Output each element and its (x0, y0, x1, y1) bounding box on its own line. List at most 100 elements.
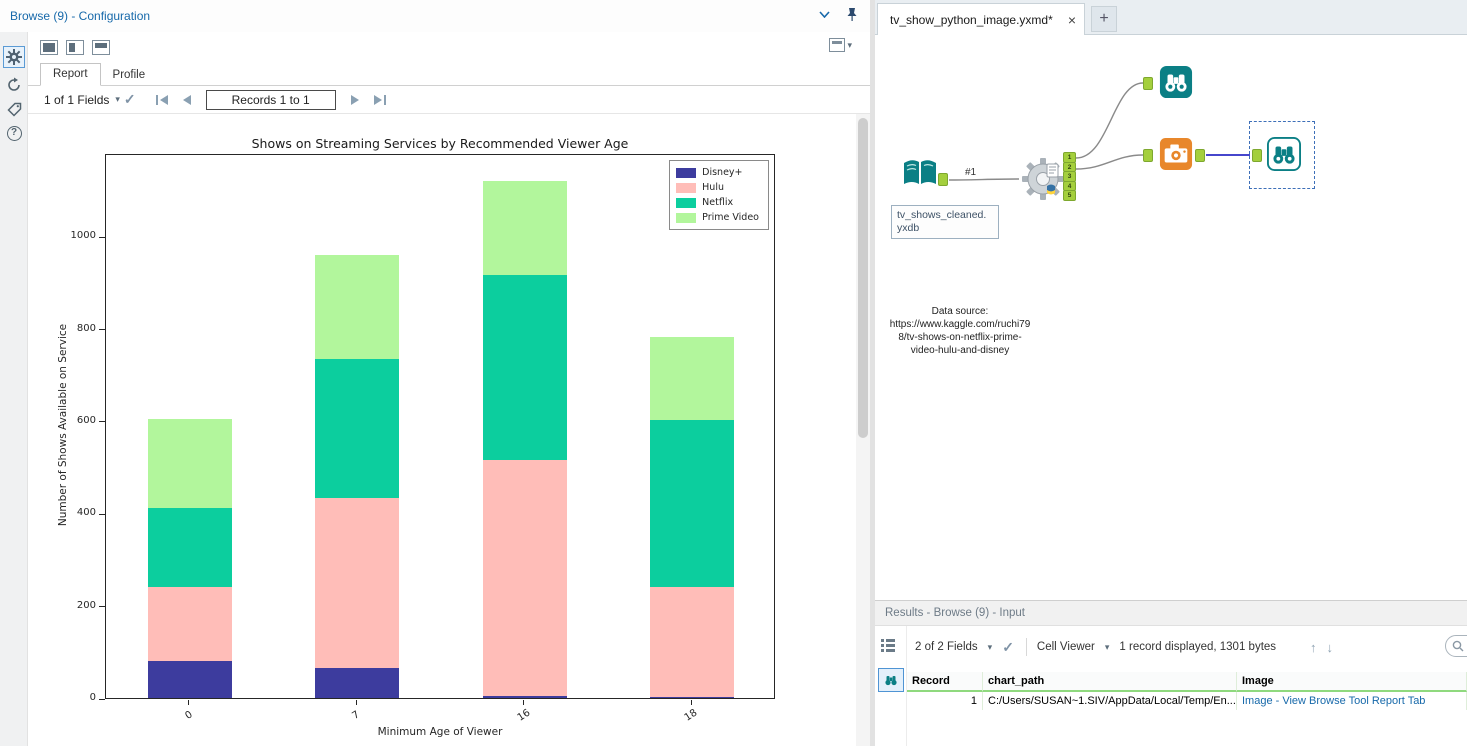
results-fields-dropdown[interactable]: 2 of 2 Fields (915, 641, 978, 653)
close-tab-icon[interactable]: × (1068, 12, 1076, 28)
tag-icon[interactable] (3, 98, 25, 120)
bar-segment (650, 697, 735, 698)
results-grid: Record chart_path Image 1 C:/Users/SUSAN… (907, 672, 1467, 746)
results-toolbar: 2 of 2 Fields ▾ ✓ Cell Viewer ▾ 1 record… (907, 626, 1467, 668)
image-tool-icon[interactable] (1159, 137, 1193, 171)
configuration-header: Browse (9) - Configuration (0, 0, 870, 32)
y-tick-mark (99, 606, 105, 608)
input-output-anchor[interactable] (938, 173, 948, 186)
python-output-anchors[interactable]: 12345 (1063, 152, 1076, 201)
python-output-anchor[interactable]: 3 (1063, 171, 1076, 182)
image-tool-input-anchor[interactable] (1143, 149, 1153, 162)
gear-icon[interactable] (3, 46, 25, 68)
record-info-text: 1 record displayed, 1301 bytes (1119, 641, 1277, 653)
results-panel: Results - Browse (9) - Input 2 of 2 Fiel… (875, 600, 1467, 746)
image-tool-output-anchor[interactable] (1195, 149, 1205, 162)
legend-swatch (676, 182, 697, 193)
layout-split-vertical-icon[interactable] (66, 39, 84, 55)
tab-profile[interactable]: Profile (101, 65, 158, 86)
next-record-button[interactable] (349, 94, 361, 106)
chevron-down-icon[interactable]: ▾ (1105, 642, 1110, 653)
browse1-input-anchor[interactable] (1143, 77, 1153, 90)
first-record-button[interactable] (155, 94, 171, 106)
config-content: ▾ Report Profile 1 of 1 Fields ▾ ✓ Recor… (28, 32, 870, 746)
annotation-line: video-hulu-and-disney (910, 345, 1010, 356)
apply-check-icon[interactable]: ✓ (124, 91, 136, 108)
records-range-box[interactable]: Records 1 to 1 (205, 89, 336, 110)
scrollbar-thumb[interactable] (858, 118, 868, 438)
apply-check-icon[interactable]: ✓ (1002, 639, 1014, 656)
chevron-down-icon[interactable]: ▾ (115, 94, 120, 105)
y-tick-mark (99, 329, 105, 330)
bar-segment (650, 336, 735, 420)
column-header-image[interactable]: Image (1237, 672, 1467, 692)
column-header-chart-path[interactable]: chart_path (983, 672, 1237, 692)
x-tick-mark (188, 700, 190, 705)
last-record-button[interactable] (371, 94, 387, 106)
y-tick-label: 1000 (70, 230, 96, 242)
input-data-tool-icon[interactable] (901, 157, 939, 189)
window-icon (829, 38, 846, 52)
tab-report[interactable]: Report (40, 63, 101, 86)
connection-label: #1 (963, 167, 979, 178)
fields-dropdown[interactable]: 1 of 1 Fields (44, 93, 109, 107)
y-tick-label: 400 (76, 507, 96, 519)
browse-tool-selected-icon[interactable] (1267, 137, 1301, 171)
results-search-box[interactable] (1445, 635, 1467, 657)
annotation-line: https://www.kaggle.com/ruchi79 (889, 319, 1031, 330)
chevron-down-icon[interactable]: ▾ (988, 642, 993, 653)
y-tick-label: 600 (76, 414, 96, 426)
browse2-input-anchor[interactable] (1252, 149, 1262, 162)
legend-label: Prime Video (702, 212, 759, 223)
browse-tool-icon[interactable] (1159, 65, 1193, 99)
config-toolbar: ▾ (28, 32, 870, 62)
y-tick-mark (99, 421, 105, 423)
pin-icon[interactable] (846, 7, 858, 22)
workflow-canvas[interactable]: #1 tv_shows_cleaned. yxdb 1 2 3 4 5 Data… (875, 35, 1467, 600)
layout-single-icon[interactable] (40, 39, 58, 55)
sync-icon[interactable] (3, 74, 25, 96)
bar-segment (315, 667, 400, 698)
y-tick-mark (99, 513, 105, 515)
bar-segment (315, 359, 400, 499)
chevron-down-icon: ▾ (847, 39, 852, 50)
bar-segment (482, 695, 567, 698)
python-output-anchor[interactable]: 1 (1063, 152, 1076, 163)
chevron-down-icon[interactable] (819, 11, 830, 18)
data-grid-icon[interactable] (879, 636, 897, 654)
arrow-up-icon[interactable]: ↑ (1310, 640, 1317, 655)
canvas-annotation: Data source: https://www.kaggle.com/ruchi… (875, 305, 1045, 357)
column-header-record[interactable]: Record (907, 672, 983, 692)
cell-viewer-dropdown[interactable]: Cell Viewer (1037, 641, 1095, 653)
layout-split-horizontal-icon[interactable] (92, 39, 110, 55)
browse-results-icon[interactable] (878, 668, 904, 692)
legend-swatch (676, 212, 697, 223)
annotation-line: 8/tv-shows-on-netflix-prime- (898, 332, 1022, 343)
chart-legend: Disney+ Hulu Netflix Prime Video (669, 160, 769, 230)
python-output-anchor[interactable]: 5 (1063, 190, 1076, 201)
report-chart-region: Shows on Streaming Services by Recommend… (28, 114, 856, 746)
bar-segment (650, 587, 735, 698)
results-side-strip (875, 626, 907, 746)
open-in-window-button[interactable]: ▾ (829, 38, 852, 52)
table-row[interactable]: 1 C:/Users/SUSAN~1.SIV/AppData/Local/Tem… (907, 692, 1467, 710)
previous-record-button[interactable] (181, 94, 193, 106)
legend-entry: Hulu (676, 180, 759, 195)
config-side-strip: ? (0, 32, 28, 746)
y-tick-label: 200 (76, 599, 96, 611)
bar-segment (482, 275, 567, 461)
toolbar-separator (1025, 638, 1027, 656)
help-icon[interactable]: ? (3, 122, 25, 144)
x-tick-mark (690, 700, 692, 705)
image-link-cell[interactable]: Image - View Browse Tool Report Tab (1237, 692, 1467, 710)
python-tool-icon[interactable] (1020, 156, 1066, 202)
arrow-down-icon[interactable]: ↓ (1327, 640, 1334, 655)
bar-segment (315, 498, 400, 668)
document-tab-bar: tv_show_python_image.yxmd* × + (875, 0, 1467, 35)
input-label-line1: tv_shows_cleaned. (897, 209, 987, 221)
vertical-scrollbar[interactable] (856, 114, 870, 746)
workflow-tab[interactable]: tv_show_python_image.yxmd* × (877, 3, 1085, 35)
chart-path-cell[interactable]: C:/Users/SUSAN~1.SIV/AppData/Local/Temp/… (983, 692, 1237, 710)
new-tab-button[interactable]: + (1091, 6, 1117, 32)
report-profile-tabs: Report Profile (28, 62, 870, 86)
